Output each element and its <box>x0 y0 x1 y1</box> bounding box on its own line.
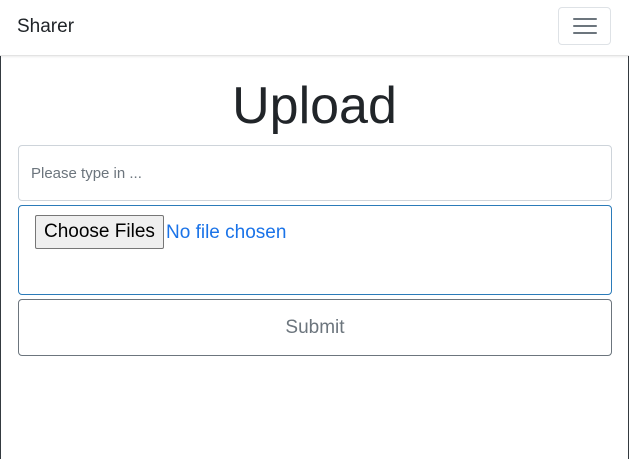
page-title: Upload <box>232 77 397 135</box>
navbar-brand[interactable]: Sharer <box>17 15 74 39</box>
file-input-box[interactable]: Choose Files No file chosen <box>18 205 612 295</box>
file-status-text: No file chosen <box>166 222 287 243</box>
text-input[interactable] <box>18 145 612 201</box>
submit-button[interactable]: Submit <box>18 299 612 356</box>
navbar: Sharer <box>0 0 629 56</box>
choose-files-button[interactable]: Choose Files <box>35 215 164 249</box>
navbar-toggle-button[interactable] <box>558 7 611 45</box>
